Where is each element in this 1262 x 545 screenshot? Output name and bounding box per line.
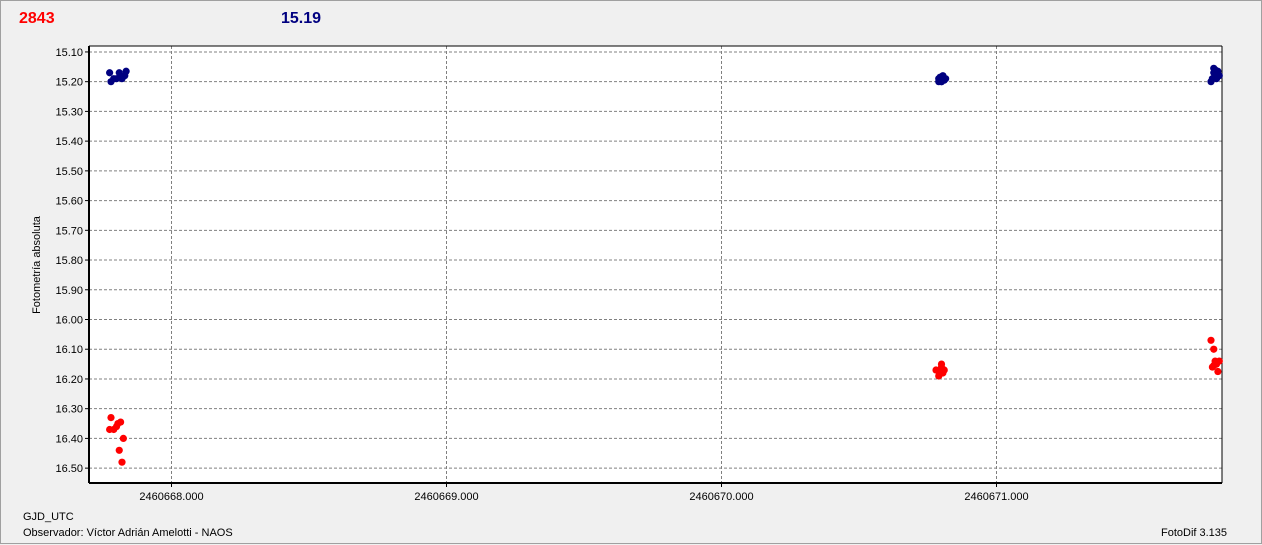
y-tick-label: 16.50 bbox=[55, 463, 83, 475]
y-tick-label: 16.30 bbox=[55, 404, 83, 416]
data-point-series-2 bbox=[1210, 361, 1218, 370]
y-tick-label: 15.10 bbox=[55, 47, 83, 59]
x-axis-name: GJD_UTC bbox=[23, 511, 74, 523]
y-tick-label: 15.80 bbox=[55, 255, 83, 267]
data-point-series-2 bbox=[937, 360, 946, 368]
y-tick-label: 15.70 bbox=[55, 225, 83, 237]
y-tick-label: 16.00 bbox=[55, 314, 83, 326]
x-tick-label: 2460671.000 bbox=[964, 491, 1028, 503]
data-point-series-1 bbox=[122, 67, 130, 75]
data-point-series-2 bbox=[118, 458, 126, 466]
software-version: FotoDif 3.135 bbox=[1161, 527, 1228, 539]
data-point-series-2 bbox=[119, 434, 127, 443]
data-point-series-2 bbox=[1207, 336, 1215, 344]
data-point-series-2 bbox=[1214, 367, 1222, 376]
y-tick-label: 15.30 bbox=[55, 106, 83, 118]
scatter-plot: 15.10 15.20 15.30 15.40 15.50 15.60 15.70 15.80… bbox=[55, 45, 1223, 503]
y-tick-label: 15.40 bbox=[55, 136, 83, 148]
data-point-series-2 bbox=[107, 413, 115, 422]
data-point-series-1 bbox=[106, 69, 114, 77]
data-point-series-2 bbox=[115, 446, 123, 454]
y-tick-label: 15.90 bbox=[55, 285, 83, 297]
y-tick-label: 16.20 bbox=[55, 374, 83, 386]
data-point-series-1 bbox=[1210, 64, 1218, 72]
data-point-series-1 bbox=[1212, 75, 1221, 83]
x-tick-label: 2460668.000 bbox=[139, 491, 203, 503]
data-point-series-1 bbox=[935, 78, 943, 86]
y-tick-label: 15.60 bbox=[55, 196, 83, 208]
observer-credit: Observador: Víctor Adrián Amelotti - NAO… bbox=[23, 527, 233, 539]
y-tick-label: 15.50 bbox=[55, 166, 83, 178]
data-point-series-2 bbox=[1210, 345, 1218, 353]
chart-window: 2843 15.19 Fotometría absoluta 15.10 15.2… bbox=[0, 0, 1262, 544]
x-tick-label: 2460669.000 bbox=[414, 491, 478, 503]
data-point-series-2 bbox=[117, 418, 125, 426]
y-tick-label: 16.10 bbox=[55, 344, 83, 356]
x-tick-label: 2460670.000 bbox=[689, 491, 753, 503]
y-tick-label: 16.40 bbox=[55, 433, 83, 445]
y-tick-label: 15.20 bbox=[55, 77, 83, 89]
